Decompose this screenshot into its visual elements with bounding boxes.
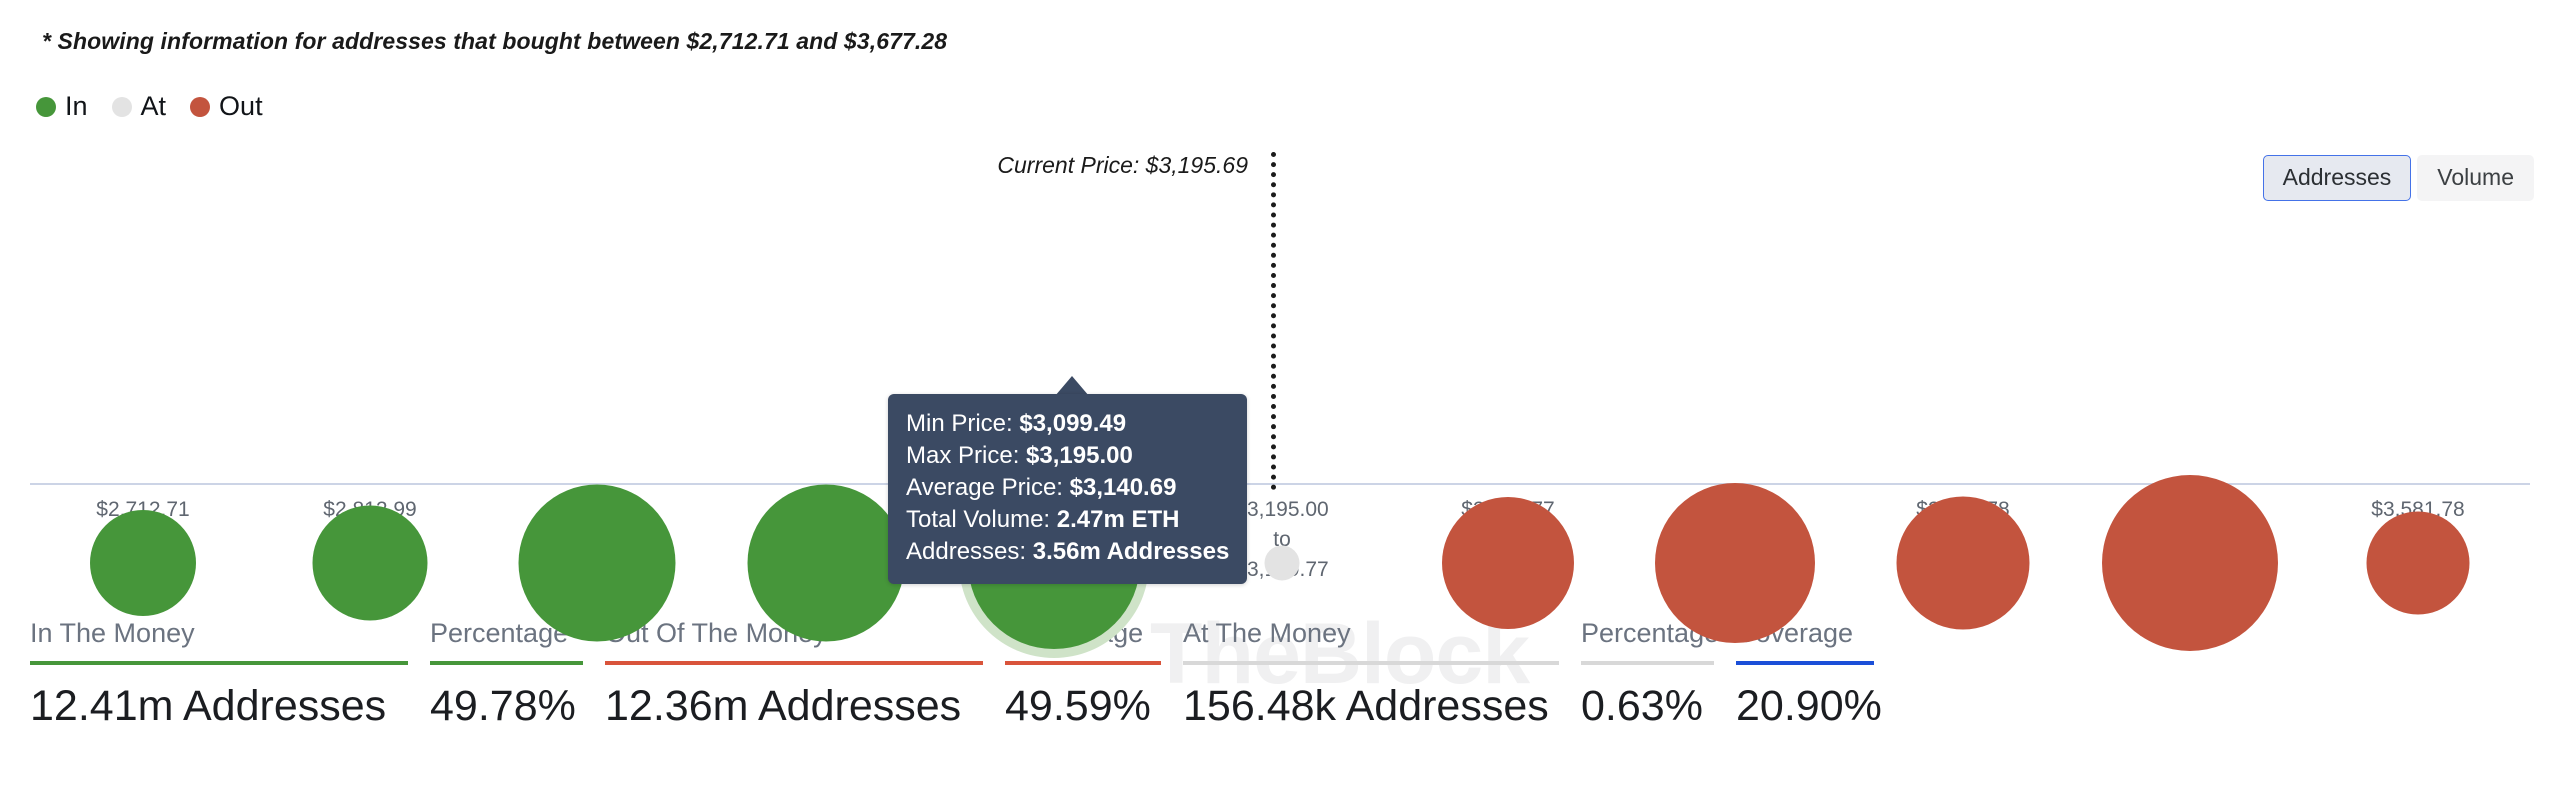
stat-value: 0.63% [1581,685,1714,729]
stat-value: 20.90% [1736,685,1874,729]
toggle-volume-button[interactable]: Volume [2417,155,2534,201]
tooltip-row-label: Max Price: [906,442,1026,469]
toggle-addresses-button[interactable]: Addresses [2263,155,2412,201]
tooltip-row: Total Volume: 2.47m ETH [906,504,1229,536]
legend-dot-icon [190,97,210,117]
tooltip-row-label: Total Volume: [906,506,1057,533]
stat-rule [605,661,983,665]
tooltip-arrow [1055,376,1089,396]
bubble-out-9[interactable] [2102,475,2278,651]
stat-value: 49.59% [1005,685,1161,729]
stat-label: In The Money [30,620,408,661]
bubble-in-3[interactable] [748,485,905,642]
tooltip-row-value: 3.56m Addresses [1033,538,1230,565]
tooltip-row-value: 2.47m ETH [1057,506,1180,533]
stat-rule [1005,661,1161,665]
bubble-plot: TheBlock Current Price: $3,195.69 [0,200,2560,490]
stat-rule [1183,661,1559,665]
stat-rule [1581,661,1714,665]
current-price-line [1271,152,1276,490]
chart-legend: In At Out [36,93,287,120]
tooltip-row-value: $3,099.49 [1019,410,1126,437]
stat-rule [1736,661,1874,665]
bubble-in-0[interactable] [90,510,196,616]
bubble-out-8[interactable] [1897,497,2030,630]
tooltip-row: Average Price: $3,140.69 [906,472,1229,504]
legend-label: In [65,93,88,120]
stat-rule [430,661,583,665]
legend-item-out[interactable]: Out [190,93,263,120]
legend-dot-icon [36,97,56,117]
chart-note: * Showing information for addresses that… [42,28,947,55]
bubble-out-6[interactable] [1442,497,1574,629]
stat-rule [30,661,408,665]
stat-value: 12.41m Addresses [30,685,408,729]
tooltip-row-label: Addresses: [906,538,1033,565]
stat-value: 49.78% [430,685,583,729]
bubble-in-2[interactable] [519,485,676,642]
legend-label: Out [219,93,263,120]
stat-value: 156.48k Addresses [1183,685,1559,729]
legend-item-at[interactable]: At [112,93,167,120]
tooltip-row-label: Min Price: [906,410,1019,437]
stat-value: 12.36m Addresses [605,685,983,729]
current-price-label: Current Price: $3,195.69 [997,152,1248,179]
stat-in-the-money: In The Money 12.41m Addresses [30,620,430,729]
tooltip-row: Max Price: $3,195.00 [906,440,1229,472]
bubble-tooltip: Min Price: $3,099.49Max Price: $3,195.00… [888,394,1247,584]
tooltip-row: Addresses: 3.56m Addresses [906,536,1229,568]
bubble-at-5[interactable] [1265,546,1300,581]
tooltip-row: Min Price: $3,099.49 [906,408,1229,440]
legend-item-in[interactable]: In [36,93,88,120]
tooltip-row-label: Average Price: [906,474,1070,501]
bubble-in-1[interactable] [313,506,428,621]
tooltip-row-value: $3,140.69 [1070,474,1177,501]
bubble-out-10[interactable] [2367,512,2470,615]
legend-label: At [141,93,167,120]
legend-dot-icon [112,97,132,117]
tooltip-row-value: $3,195.00 [1026,442,1133,469]
metric-toggle-group[interactable]: AddressesVolume [2263,155,2534,201]
x-axis-tick-line: $3,195.00 [1235,495,1328,525]
bubble-out-7[interactable] [1655,483,1815,643]
ethereum-in-out-of-money-chart: * Showing information for addresses that… [0,0,2560,789]
stat-at-the-money: At The Money156.48k Addresses [1183,620,1581,729]
